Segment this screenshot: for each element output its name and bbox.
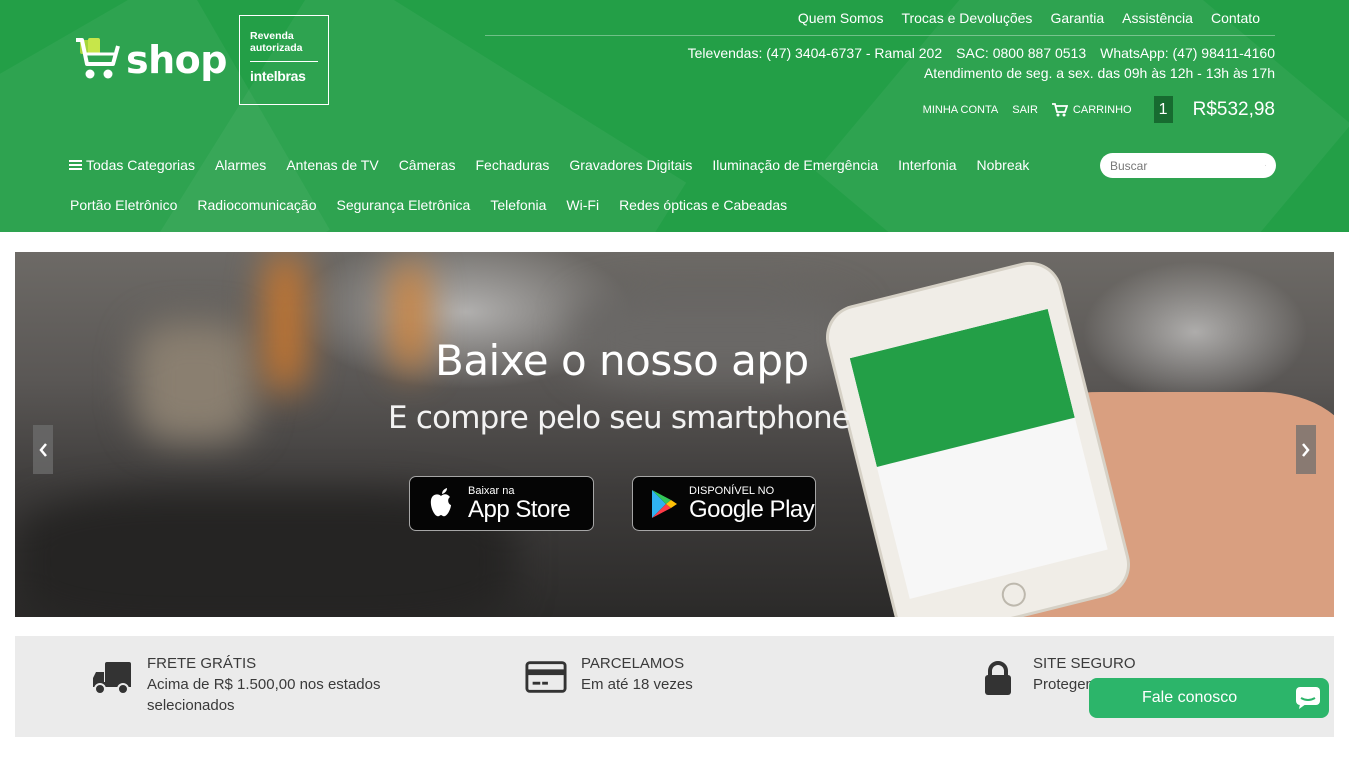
search-box xyxy=(1100,153,1276,178)
carousel-prev-button[interactable] xyxy=(33,425,53,474)
link-contato[interactable]: Contato xyxy=(1211,10,1260,26)
search-input[interactable] xyxy=(1110,158,1265,173)
reseller-brand: intelbras xyxy=(250,68,306,84)
search-icon[interactable] xyxy=(1265,159,1266,172)
apple-icon xyxy=(430,487,451,516)
chat-button[interactable]: Fale conosco xyxy=(1089,678,1329,718)
chevron-left-icon xyxy=(39,442,47,457)
credit-card-icon xyxy=(525,654,567,695)
chat-label: Fale conosco xyxy=(1142,689,1238,706)
whatsapp-phone: WhatsApp: (47) 98411-4160 xyxy=(1100,45,1275,61)
nav-portao-eletronico[interactable]: Portão Eletrônico xyxy=(70,197,177,213)
cart-label: CARRINHO xyxy=(1072,103,1132,116)
feature-installments: PARCELAMOS Em até 18 vezes xyxy=(525,654,693,695)
nav-wifi[interactable]: Wi-Fi xyxy=(566,197,599,213)
nav-iluminacao-emergencia[interactable]: Iluminação de Emergência xyxy=(712,157,878,173)
top-links: Quem Somos Trocas e Devoluções Garantia … xyxy=(798,10,1260,26)
site-header: shop Revenda autorizada intelbras Quem S… xyxy=(0,0,1349,232)
authorized-reseller-badge: Revenda autorizada intelbras xyxy=(239,15,329,105)
phone-home-button xyxy=(999,580,1029,610)
google-play-small: DISPONÍVEL NO xyxy=(689,484,775,497)
nav-antenas-tv[interactable]: Antenas de TV xyxy=(286,157,378,173)
all-categories-menu[interactable]: Todas Categorias xyxy=(69,157,195,173)
my-account-link[interactable]: MINHA CONTA xyxy=(923,104,999,116)
all-categories-label: Todas Categorias xyxy=(86,157,195,173)
carousel-next-button[interactable] xyxy=(1296,425,1316,474)
account-bar: MINHA CONTA SAIR CARRINHO 1 R$532,98 xyxy=(909,96,1275,123)
header-divider xyxy=(485,35,1275,36)
feature-line1: Acima de R$ 1.500,00 nos estados xyxy=(147,676,381,693)
reseller-line2: autorizada xyxy=(250,42,303,54)
sac-phone: SAC: 0800 887 0513 xyxy=(956,45,1087,61)
phone-screen xyxy=(849,308,1108,599)
link-assistencia[interactable]: Assistência xyxy=(1122,10,1193,26)
nav-redes-opticas[interactable]: Redes ópticas e Cabeadas xyxy=(619,197,787,213)
reseller-divider xyxy=(250,61,318,62)
site-logo[interactable]: shop xyxy=(74,36,227,84)
google-play-big: Google Play xyxy=(689,495,815,523)
category-nav-row2: Portão Eletrônico Radiocomunicação Segur… xyxy=(70,197,787,213)
nav-interfonia[interactable]: Interfonia xyxy=(898,157,956,173)
banner-title: Baixe o nosso app xyxy=(435,336,809,385)
category-nav-row1: Todas Categorias Alarmes Antenas de TV C… xyxy=(69,157,1029,173)
logo-text: shop xyxy=(126,38,227,82)
background-blur xyxy=(135,322,255,442)
nav-seguranca-eletronica[interactable]: Segurança Eletrônica xyxy=(336,197,470,213)
link-quem-somos[interactable]: Quem Somos xyxy=(798,10,884,26)
feature-line1: Em até 18 vezes xyxy=(581,676,693,693)
google-play-icon xyxy=(652,489,677,518)
app-store-small: Baixar na xyxy=(468,484,515,497)
nav-fechaduras[interactable]: Fechaduras xyxy=(475,157,549,173)
chat-icon xyxy=(1296,687,1320,709)
contact-info: Televendas: (47) 3404-6737 - Ramal 202 S… xyxy=(688,45,1275,61)
feature-line2: selecionados xyxy=(147,697,235,714)
nav-nobreak[interactable]: Nobreak xyxy=(977,157,1030,173)
cart-total[interactable]: R$532,98 xyxy=(1193,99,1275,121)
app-store-button[interactable]: Baixar na App Store xyxy=(409,476,594,531)
nav-gravadores-digitais[interactable]: Gravadores Digitais xyxy=(569,157,692,173)
chevron-right-icon xyxy=(1302,442,1310,457)
menu-icon xyxy=(69,160,82,170)
banner-subtitle: E compre pelo seu smartphone xyxy=(388,400,851,436)
smartphone-image xyxy=(822,258,1134,617)
nav-alarmes[interactable]: Alarmes xyxy=(215,157,266,173)
reseller-line1: Revenda xyxy=(250,30,294,42)
logout-link[interactable]: SAIR xyxy=(1012,104,1038,116)
business-hours: Atendimento de seg. a sex. das 09h às 12… xyxy=(923,65,1275,81)
link-garantia[interactable]: Garantia xyxy=(1050,10,1104,26)
cart-count-badge[interactable]: 1 xyxy=(1153,96,1173,123)
feature-title: FRETE GRÁTIS xyxy=(147,655,257,672)
background-blur xyxy=(395,262,425,372)
feature-title: SITE SEGURO xyxy=(1033,655,1136,672)
nav-telefonia[interactable]: Telefonia xyxy=(490,197,546,213)
feature-free-shipping: FRETE GRÁTIS Acima de R$ 1.500,00 nos es… xyxy=(91,654,380,716)
nav-cameras[interactable]: Câmeras xyxy=(399,157,456,173)
truck-icon xyxy=(91,654,133,716)
cart-logo-icon xyxy=(74,36,120,84)
nav-radiocomunicacao[interactable]: Radiocomunicação xyxy=(197,197,316,213)
cart-link[interactable]: CARRINHO xyxy=(1051,102,1132,117)
hero-banner[interactable]: Baixe o nosso app E compre pelo seu smar… xyxy=(15,252,1334,617)
televendas-phone: Televendas: (47) 3404-6737 - Ramal 202 xyxy=(687,45,943,61)
app-store-big: App Store xyxy=(468,495,571,523)
lock-icon xyxy=(977,654,1019,696)
link-trocas-devolucoes[interactable]: Trocas e Devoluções xyxy=(901,10,1032,26)
feature-title: PARCELAMOS xyxy=(581,655,685,672)
cart-icon xyxy=(1051,102,1068,116)
background-blur xyxy=(265,252,305,392)
google-play-button[interactable]: DISPONÍVEL NO Google Play xyxy=(632,476,816,531)
